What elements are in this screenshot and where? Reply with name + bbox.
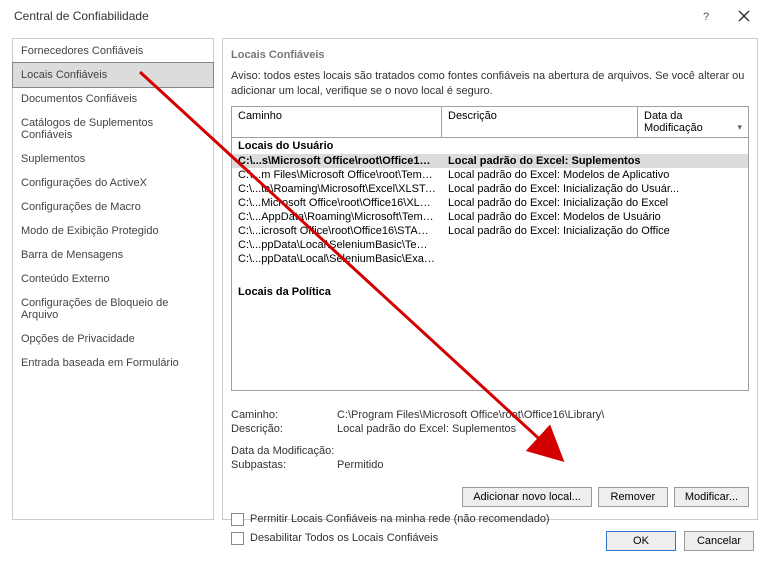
sidebar-item-trusted-locations[interactable]: Locais Confiáveis xyxy=(12,62,214,88)
help-icon: ? xyxy=(700,10,712,22)
close-icon xyxy=(738,10,750,22)
cell-path: C:\...AppData\Roaming\Microsoft\Template… xyxy=(232,210,442,224)
sidebar-item-addin-catalogs[interactable]: Catálogos de Suplementos Confiáveis xyxy=(13,111,213,147)
sidebar-item-privacy[interactable]: Opções de Privacidade xyxy=(13,327,213,351)
titlebar: Central de Confiabilidade ? xyxy=(0,0,770,32)
detail-desc-label: Descrição: xyxy=(231,423,337,435)
cell-path: C:\...icrosoft Office\root\Office16\STAR… xyxy=(232,224,442,238)
remove-button[interactable]: Remover xyxy=(598,487,668,507)
panel-title: Locais Confiáveis xyxy=(231,49,749,61)
detail-path-label: Caminho: xyxy=(231,409,337,421)
cell-path: C:\...ppData\Local\SeleniumBasic\Example… xyxy=(232,252,442,266)
sidebar-item-addins[interactable]: Suplementos xyxy=(13,147,213,171)
sidebar-item-file-block[interactable]: Configurações de Bloqueio de Arquivo xyxy=(13,291,213,327)
col-mod[interactable]: Data da Modificação xyxy=(638,107,748,137)
cell-path: C:\...ta\Roaming\Microsoft\Excel\XLSTART… xyxy=(232,182,442,196)
detail-mod-value xyxy=(337,445,749,457)
table-row[interactable]: C:\...ppData\Local\SeleniumBasic\Templat… xyxy=(232,238,748,252)
selection-details: Caminho: C:\Program Files\Microsoft Offi… xyxy=(231,409,749,473)
dialog-footer: OK Cancelar xyxy=(0,520,770,562)
help-button[interactable]: ? xyxy=(688,3,724,29)
cell-desc xyxy=(442,252,748,266)
close-button[interactable] xyxy=(726,3,762,29)
sidebar-item-message-bar[interactable]: Barra de Mensagens xyxy=(13,243,213,267)
dialog-body: Fornecedores Confiáveis Locais Confiávei… xyxy=(0,32,770,520)
panel-buttons: Adicionar novo local... Remover Modifica… xyxy=(231,487,749,507)
detail-sub-label: Subpastas: xyxy=(231,459,337,471)
empty-space xyxy=(232,300,748,390)
table-row[interactable]: C:\...m Files\Microsoft Office\root\Temp… xyxy=(232,168,748,182)
cancel-button[interactable]: Cancelar xyxy=(684,531,754,551)
cell-desc: Local padrão do Excel: Suplementos xyxy=(442,154,748,168)
window-title: Central de Confiabilidade xyxy=(14,9,688,23)
cell-desc: Local padrão do Excel: Modelos de Aplica… xyxy=(442,168,748,182)
cell-path: C:\...s\Microsoft Office\root\Office16\L… xyxy=(232,154,442,168)
section-policy: Locais da Política xyxy=(232,284,748,300)
sidebar-item-trusted-documents[interactable]: Documentos Confiáveis xyxy=(13,87,213,111)
col-desc[interactable]: Descrição xyxy=(442,107,638,137)
trust-center-window: Central de Confiabilidade ? Fornecedores… xyxy=(0,0,770,562)
locations-table: Caminho Descrição Data da Modificação Lo… xyxy=(231,106,749,391)
sidebar: Fornecedores Confiáveis Locais Confiávei… xyxy=(12,38,214,520)
cell-path: C:\...m Files\Microsoft Office\root\Temp… xyxy=(232,168,442,182)
sidebar-item-macro[interactable]: Configurações de Macro xyxy=(13,195,213,219)
detail-path-value: C:\Program Files\Microsoft Office\root\O… xyxy=(337,409,749,421)
table-body: Locais do Usuário C:\...s\Microsoft Offi… xyxy=(232,138,748,390)
window-controls: ? xyxy=(688,3,762,29)
table-row[interactable]: C:\...ta\Roaming\Microsoft\Excel\XLSTART… xyxy=(232,182,748,196)
cell-path: C:\...Microsoft Office\root\Office16\XLS… xyxy=(232,196,442,210)
cell-desc: Local padrão do Excel: Modelos de Usuári… xyxy=(442,210,748,224)
section-user: Locais do Usuário xyxy=(232,138,748,154)
table-row[interactable]: C:\...s\Microsoft Office\root\Office16\L… xyxy=(232,154,748,168)
table-header: Caminho Descrição Data da Modificação xyxy=(232,107,748,138)
table-row[interactable]: C:\...Microsoft Office\root\Office16\XLS… xyxy=(232,196,748,210)
detail-mod-label: Data da Modificação: xyxy=(231,445,337,457)
cell-desc xyxy=(442,238,748,252)
detail-sub-value: Permitido xyxy=(337,459,749,471)
sidebar-item-protected-view[interactable]: Modo de Exibição Protegido xyxy=(13,219,213,243)
cell-desc: Local padrão do Excel: Inicialização do … xyxy=(442,224,748,238)
detail-desc-value: Local padrão do Excel: Suplementos xyxy=(337,423,749,435)
cell-path: C:\...ppData\Local\SeleniumBasic\Templat… xyxy=(232,238,442,252)
cell-desc: Local padrão do Excel: Inicialização do … xyxy=(442,196,748,210)
detail-row: Descrição: Local padrão do Excel: Suplem… xyxy=(231,423,749,435)
table-row[interactable]: C:\...AppData\Roaming\Microsoft\Template… xyxy=(232,210,748,224)
table-row[interactable]: C:\...ppData\Local\SeleniumBasic\Example… xyxy=(232,252,748,266)
detail-row: Data da Modificação: xyxy=(231,445,749,457)
cell-desc: Local padrão do Excel: Inicialização do … xyxy=(442,182,748,196)
col-path[interactable]: Caminho xyxy=(232,107,442,137)
sidebar-item-external-content[interactable]: Conteúdo Externo xyxy=(13,267,213,291)
add-location-button[interactable]: Adicionar novo local... xyxy=(462,487,592,507)
sidebar-item-form-based[interactable]: Entrada baseada em Formulário xyxy=(13,351,213,375)
detail-row: Subpastas: Permitido xyxy=(231,459,749,471)
table-row[interactable]: C:\...icrosoft Office\root\Office16\STAR… xyxy=(232,224,748,238)
main-panel: Locais Confiáveis Aviso: todos estes loc… xyxy=(222,38,758,520)
sidebar-item-activex[interactable]: Configurações do ActiveX xyxy=(13,171,213,195)
detail-row: Caminho: C:\Program Files\Microsoft Offi… xyxy=(231,409,749,421)
sidebar-item-trusted-publishers[interactable]: Fornecedores Confiáveis xyxy=(13,39,213,63)
warning-text: Aviso: todos estes locais são tratados c… xyxy=(231,69,749,100)
svg-text:?: ? xyxy=(703,11,709,22)
ok-button[interactable]: OK xyxy=(606,531,676,551)
modify-button[interactable]: Modificar... xyxy=(674,487,749,507)
